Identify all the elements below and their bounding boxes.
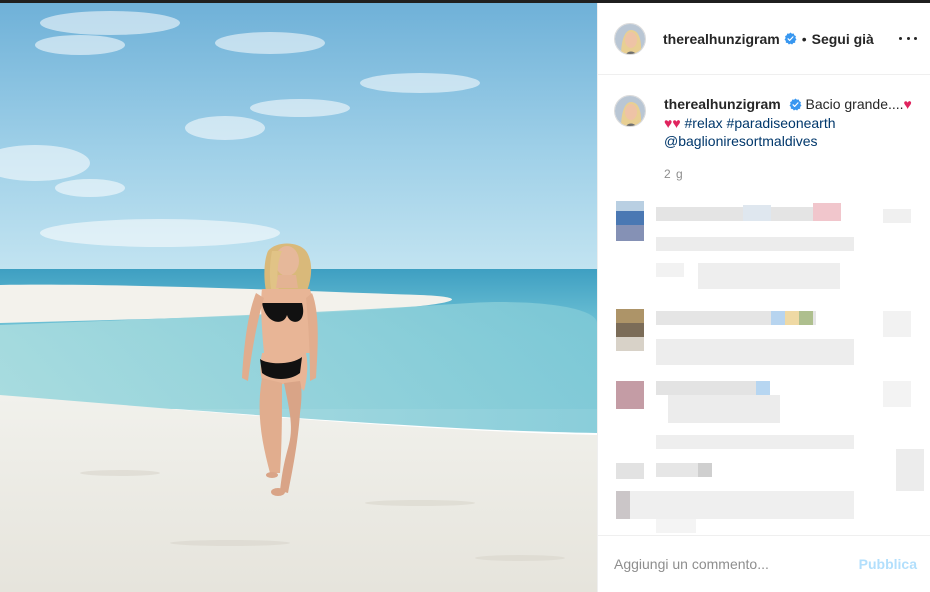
heart-emoji-icon: ♥ (903, 96, 912, 112)
beach-photo-image (0, 3, 597, 592)
comment-avatar[interactable] (616, 381, 644, 409)
caption-author-avatar[interactable] (614, 95, 646, 127)
header-separator: • (801, 30, 807, 47)
publish-button[interactable]: Pubblica (859, 556, 917, 572)
post-photo[interactable] (0, 3, 597, 592)
author-username[interactable]: therealhunzigram (663, 31, 780, 47)
author-avatar[interactable] (614, 22, 646, 55)
more-options-icon[interactable] (899, 29, 917, 47)
caption-verified-badge-icon (789, 98, 802, 111)
hashtag-paradiseonearth-link[interactable]: #paradiseonearth (727, 115, 836, 131)
comment-avatar[interactable] (616, 309, 644, 351)
comments-list (598, 199, 930, 545)
post-caption: therealhunzigram Bacio grande....♥ ♥♥ #r… (614, 95, 919, 151)
post-timestamp[interactable]: 2 g (664, 167, 684, 181)
caption-text: therealhunzigram Bacio grande....♥ ♥♥ #r… (664, 95, 912, 151)
comment-input[interactable] (614, 556, 859, 572)
comment-avatar[interactable] (616, 201, 644, 241)
mention-baglioniresort-link[interactable]: @baglioniresortmaldives (664, 133, 818, 149)
hashtag-relax-link[interactable]: #relax (685, 115, 723, 131)
post-side-panel: therealhunzigram • Segui già therealhunz… (597, 3, 930, 592)
post-header: therealhunzigram • Segui già (598, 3, 930, 75)
caption-username[interactable]: therealhunzigram (664, 96, 781, 112)
comment-avatar[interactable] (616, 463, 644, 479)
caption-message: Bacio grande.... (805, 96, 904, 112)
following-button[interactable]: Segui già (812, 31, 874, 47)
verified-badge-icon (784, 32, 797, 45)
hearts-emoji-icon: ♥♥ (664, 114, 681, 131)
add-comment-bar: Pubblica (598, 535, 930, 592)
